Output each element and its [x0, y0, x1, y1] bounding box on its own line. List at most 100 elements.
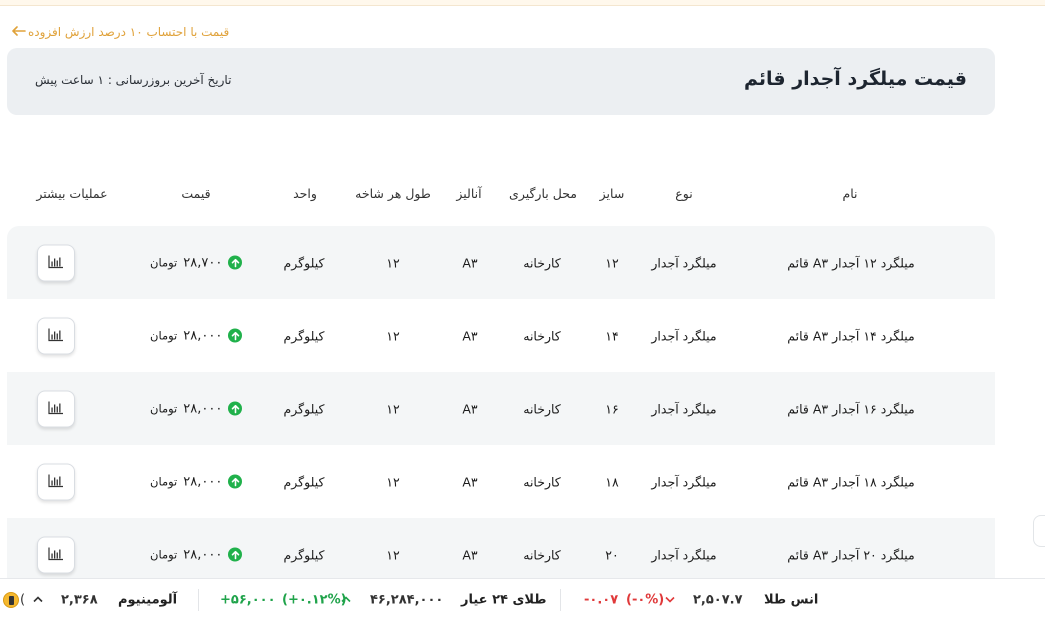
arrow-up-circle-icon	[228, 401, 243, 416]
table-row: میلگرد ۲۰ آجدار A۳ قائم میلگرد آجدار ۲۰ …	[7, 518, 995, 578]
row-price: تومان ۲۸,۰۰۰	[150, 401, 243, 416]
ticker-gold24-label[interactable]: طلای ۲۴ عیار	[461, 593, 547, 608]
table-row: میلگرد ۱۲ آجدار A۳ قائم میلگرد آجدار ۱۲ …	[7, 226, 995, 299]
ticker-gold-ounce-change-pct: (-۰%)	[626, 592, 665, 608]
ticker-leading-paren: (	[20, 592, 26, 608]
table-row: میلگرد ۱۶ آجدار A۳ قائم میلگرد آجدار ۱۶ …	[7, 372, 995, 445]
last-update-text: تاریخ آخرین بروزرسانی : ۱ ساعت پیش	[35, 73, 232, 87]
ticker-aluminium-label[interactable]: آلومینیوم	[118, 593, 177, 608]
view-chart-button[interactable]	[37, 244, 75, 281]
chevron-down-icon	[665, 593, 675, 608]
ticker-separator	[198, 589, 199, 611]
row-price: تومان ۲۸,۰۰۰	[150, 328, 243, 343]
row-price: تومان ۲۸,۰۰۰	[150, 547, 243, 562]
row-type: میلگرد آجدار	[651, 255, 717, 270]
row-price-value: ۲۸,۰۰۰	[183, 474, 223, 489]
vat-link-text: قیمت با احتساب ۱۰ درصد ارزش افزوده	[28, 25, 230, 39]
row-unit: کیلوگرم	[283, 255, 325, 270]
row-unit: کیلوگرم	[283, 328, 325, 343]
page-header-card: قیمت میلگرد آجدار قائم تاریخ آخرین بروزر…	[7, 48, 995, 115]
arrow-up-circle-icon	[228, 474, 243, 489]
row-analysis: A۳	[462, 401, 478, 416]
column-header-price: قیمت	[181, 186, 211, 201]
row-load-place: کارخانه	[523, 474, 561, 489]
ticker-gold-ounce-value: ۲,۵۰۷.۷	[693, 592, 743, 608]
row-price: تومان ۲۸,۷۰۰	[150, 255, 243, 270]
column-header-name: نام	[842, 186, 858, 201]
row-size: ۱۲	[605, 255, 619, 270]
table-row: میلگرد ۱۸ آجدار A۳ قائم میلگرد آجدار ۱۸ …	[7, 445, 995, 518]
row-branch-length: ۱۲	[386, 474, 400, 489]
ticker-gold-ounce-label[interactable]: انس طلا	[764, 593, 818, 608]
market-ticker: ( ۲,۳۶۸ آلومینیوم +۵۶,۰۰۰ (+۰.۱۲%) ۴۶,۲۸…	[0, 578, 1045, 620]
row-analysis: A۳	[462, 547, 478, 562]
bar-chart-icon	[48, 399, 64, 418]
ticker-gold-ounce-change: -۰.۰۷	[584, 592, 619, 608]
chevron-up-icon	[33, 593, 43, 608]
arrow-left-icon	[12, 24, 26, 40]
row-unit: کیلوگرم	[283, 401, 325, 416]
row-type: میلگرد آجدار	[651, 401, 717, 416]
row-type: میلگرد آجدار	[651, 328, 717, 343]
column-header-load-place: محل بارگیری	[509, 186, 577, 201]
row-branch-length: ۱۲	[386, 547, 400, 562]
row-analysis: A۳	[462, 474, 478, 489]
row-type: میلگرد آجدار	[651, 474, 717, 489]
row-analysis: A۳	[462, 255, 478, 270]
bar-chart-icon	[48, 253, 64, 272]
row-currency: تومان	[150, 547, 178, 562]
arrow-up-circle-icon	[228, 547, 243, 562]
price-table: میلگرد ۱۲ آجدار A۳ قائم میلگرد آجدار ۱۲ …	[7, 226, 995, 578]
row-price-value: ۲۸,۰۰۰	[183, 547, 223, 562]
ticker-gold24-value: ۴۶,۲۸۴,۰۰۰	[370, 592, 444, 608]
row-load-place: کارخانه	[523, 328, 561, 343]
row-price-value: ۲۸,۰۰۰	[183, 328, 223, 343]
row-price-value: ۲۸,۰۰۰	[183, 401, 223, 416]
column-header-branch-length: طول هر شاخه	[355, 186, 431, 201]
row-size: ۱۶	[605, 401, 619, 416]
row-name: میلگرد ۲۰ آجدار A۳ قائم	[787, 547, 915, 562]
row-name: میلگرد ۱۴ آجدار A۳ قائم	[787, 328, 915, 343]
column-header-type: نوع	[675, 186, 693, 201]
bar-chart-icon	[48, 326, 64, 345]
row-name: میلگرد ۱۶ آجدار A۳ قائم	[787, 401, 915, 416]
table-row: میلگرد ۱۴ آجدار A۳ قائم میلگرد آجدار ۱۴ …	[7, 299, 995, 372]
arrow-up-circle-icon	[228, 255, 243, 270]
row-currency: تومان	[150, 255, 178, 270]
row-load-place: کارخانه	[523, 547, 561, 562]
bar-chart-icon	[48, 545, 64, 564]
ticker-gold24-change: +۵۶,۰۰۰	[220, 592, 276, 608]
view-chart-button[interactable]	[37, 536, 75, 573]
row-branch-length: ۱۲	[386, 255, 400, 270]
vat-price-link[interactable]: قیمت با احتساب ۱۰ درصد ارزش افزوده	[12, 24, 229, 40]
side-scroll-tab[interactable]	[1033, 515, 1045, 547]
top-rule	[0, 0, 1045, 6]
row-currency: تومان	[150, 328, 178, 343]
row-unit: کیلوگرم	[283, 474, 325, 489]
row-currency: تومان	[150, 401, 178, 416]
column-header-analysis: آنالیز	[456, 186, 482, 201]
row-price-value: ۲۸,۷۰۰	[183, 255, 223, 270]
view-chart-button[interactable]	[37, 317, 75, 354]
row-size: ۱۴	[605, 328, 619, 343]
row-branch-length: ۱۲	[386, 401, 400, 416]
row-price: تومان ۲۸,۰۰۰	[150, 474, 243, 489]
row-name: میلگرد ۱۲ آجدار A۳ قائم	[787, 255, 915, 270]
ticker-separator	[560, 589, 561, 611]
row-analysis: A۳	[462, 328, 478, 343]
row-currency: تومان	[150, 474, 178, 489]
arrow-up-circle-icon	[228, 328, 243, 343]
row-unit: کیلوگرم	[283, 547, 325, 562]
view-chart-button[interactable]	[37, 390, 75, 427]
view-chart-button[interactable]	[37, 463, 75, 500]
ticker-aluminium-value: ۲,۳۶۸	[61, 592, 98, 608]
row-type: میلگرد آجدار	[651, 547, 717, 562]
bar-chart-icon	[48, 472, 64, 491]
column-header-unit: واحد	[293, 186, 317, 201]
row-size: ۲۰	[605, 547, 619, 562]
coin-icon	[3, 592, 19, 608]
chevron-up-icon	[341, 593, 351, 608]
page-title: قیمت میلگرد آجدار قائم	[743, 68, 967, 90]
row-size: ۱۸	[605, 474, 619, 489]
ticker-gold24-change-pct: (+۰.۱۲%)	[282, 592, 347, 608]
